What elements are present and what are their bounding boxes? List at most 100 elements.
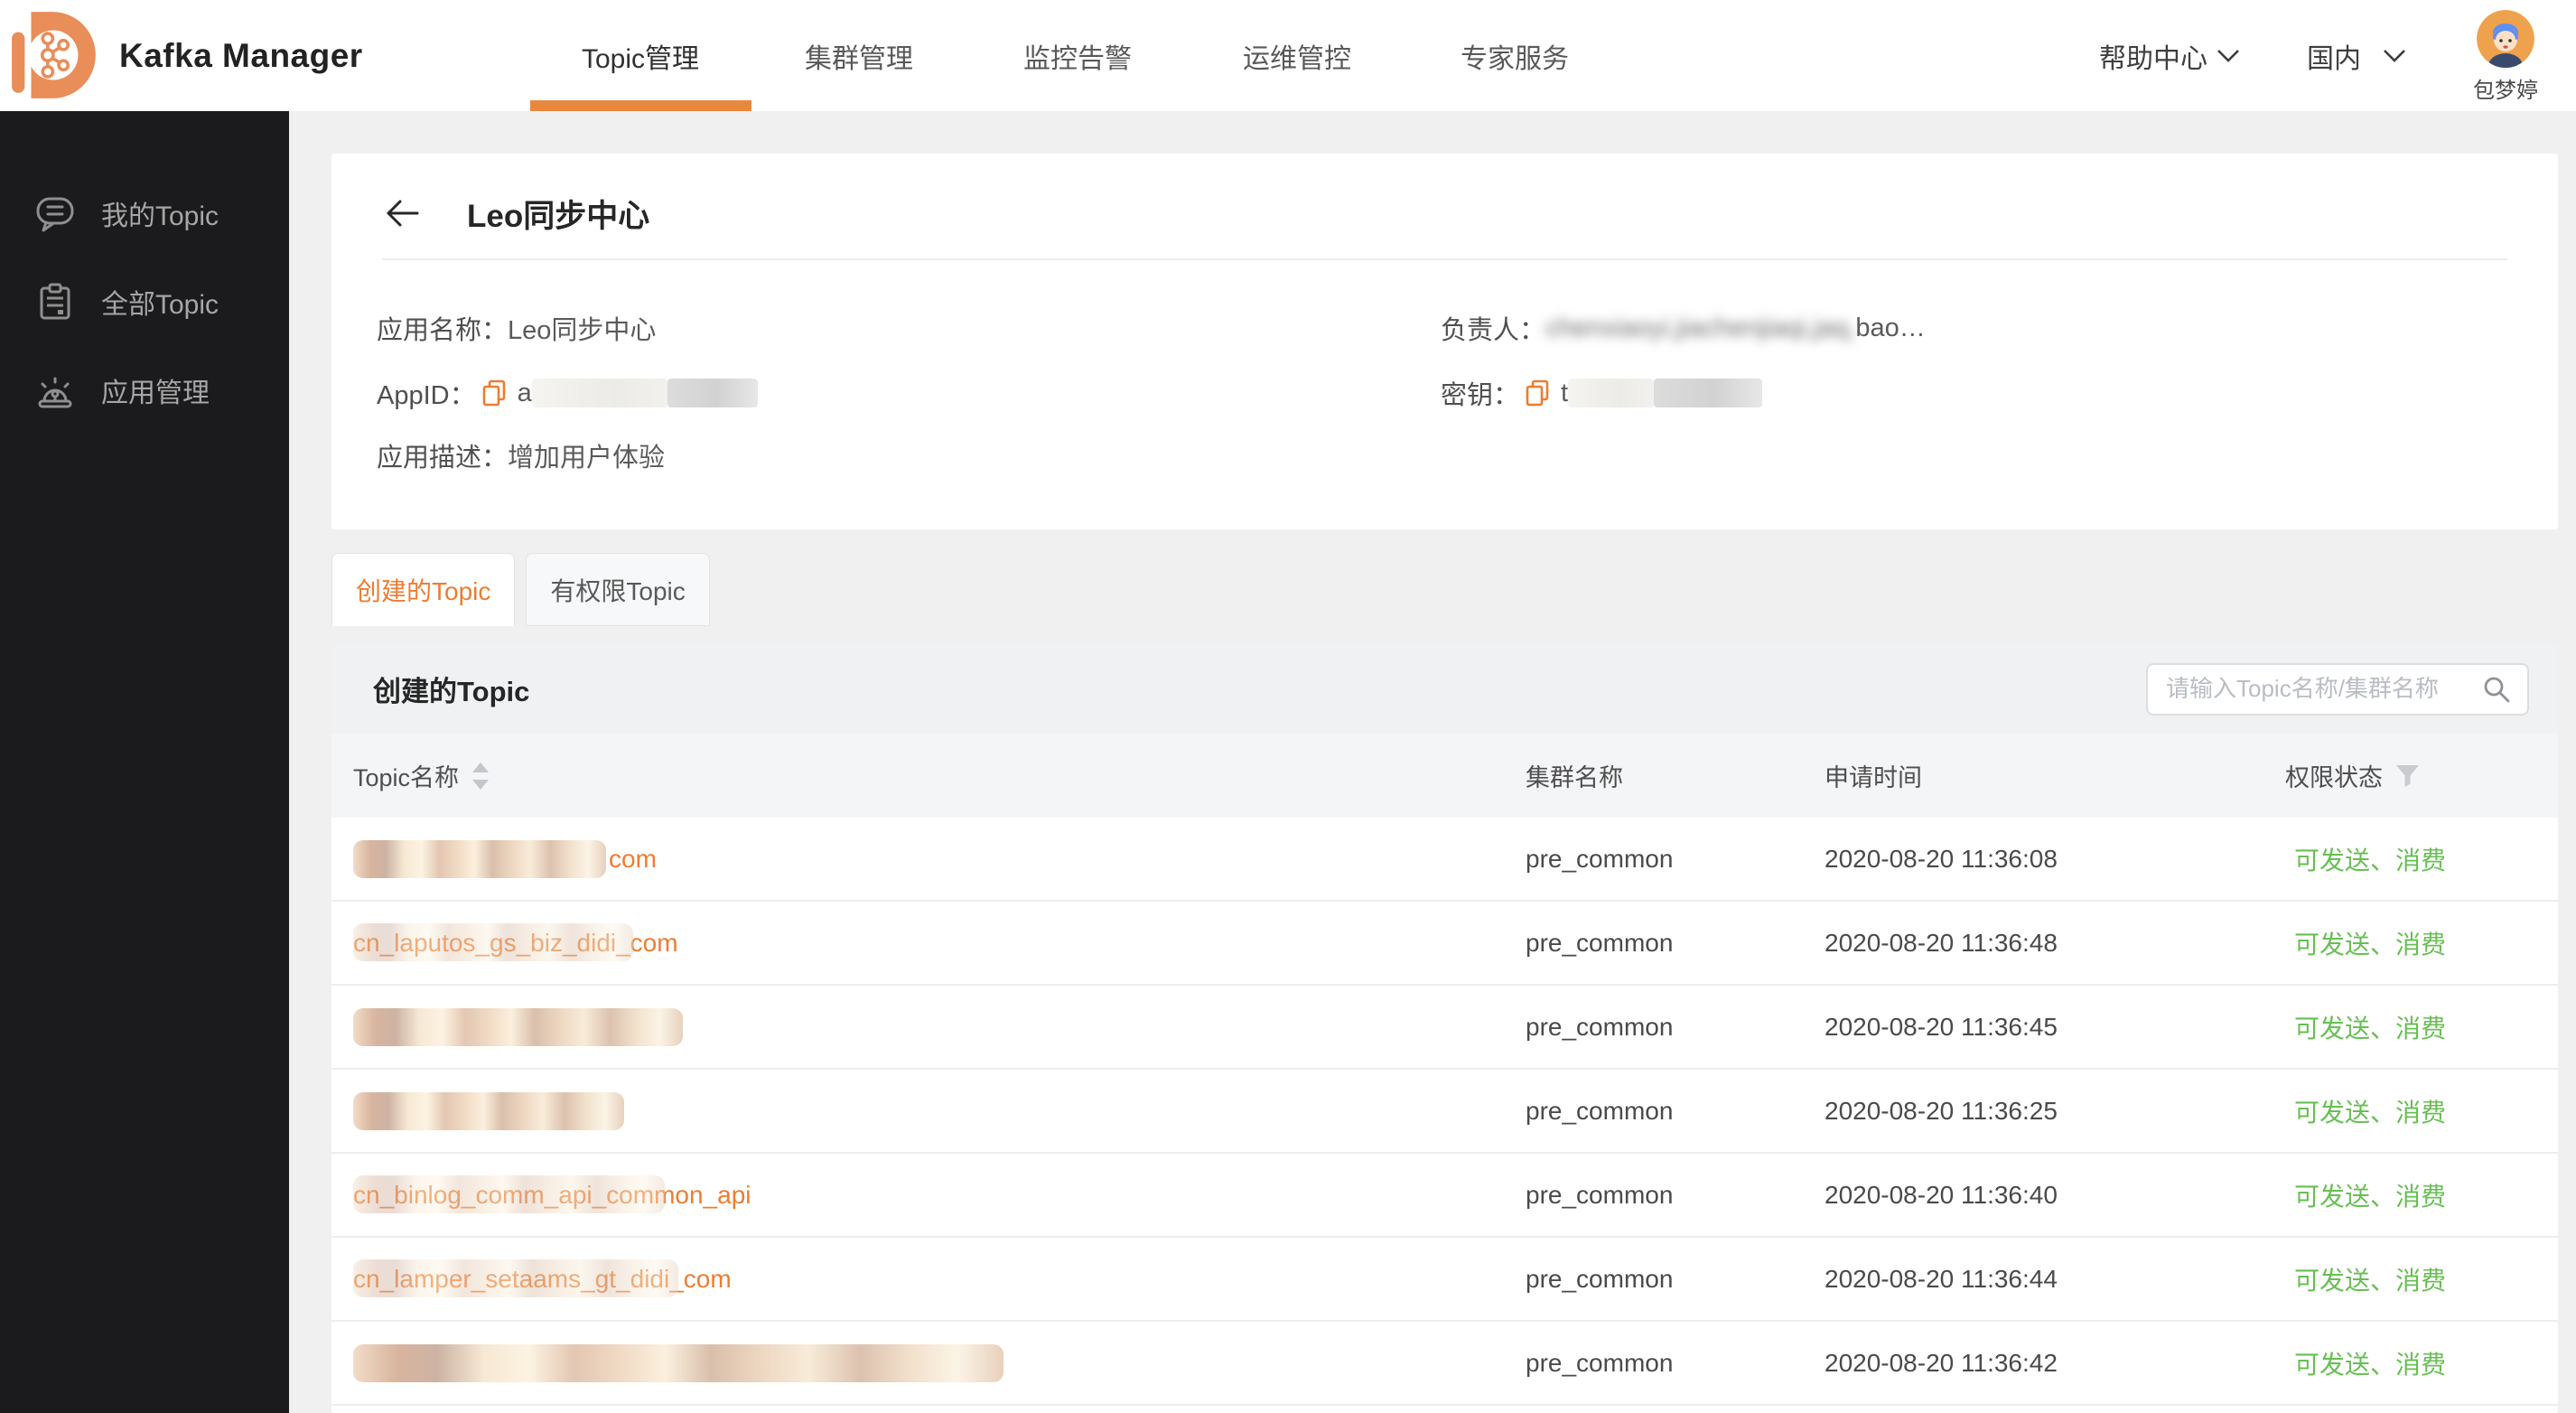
table-row: cn_binlog_comm_api_common_api pre_common…	[331, 1154, 2558, 1238]
secret-redaction	[1568, 379, 1654, 407]
user-menu[interactable]: 包梦婷	[2473, 0, 2538, 104]
topic-cell: cn_lamper_setaams_gt_didi_com	[353, 1238, 1518, 1320]
table-row-partial	[331, 1406, 2558, 1413]
topic-cell: cn_laputos_gs_biz_didi_com	[353, 902, 1518, 984]
topic-table-card: 创建的Topic Topic名称 集群	[331, 644, 2558, 1413]
secret-redaction	[1654, 379, 1762, 407]
column-header-cluster: 集群名称	[1526, 734, 1623, 818]
time-cell: 2020-08-20 11:36:44	[1825, 1238, 2058, 1320]
search-icon[interactable]	[2482, 675, 2511, 704]
search-box	[2146, 663, 2529, 716]
cluster-cell: pre_common	[1526, 986, 1673, 1068]
tab-authorized-topic[interactable]: 有权限Topic	[526, 553, 709, 626]
section-title: 创建的Topic	[373, 669, 529, 709]
column-header-topic[interactable]: Topic名称	[353, 734, 490, 818]
nav-tab-ops-control[interactable]: 运维管控	[1243, 0, 1351, 111]
topic-cell: cn_binlog_comm_api_common_api	[353, 1154, 1518, 1236]
table-row: com pre_common 2020-08-20 11:36:08 可发送、消…	[331, 818, 2558, 902]
page-title: Leo同步中心	[467, 191, 649, 237]
redaction-blur	[353, 1259, 678, 1297]
status-cell: 可发送、消费	[2294, 1322, 2446, 1404]
kafka-manager-app: Kafka Manager Topic管理 集群管理 监控告警 运维管控 专家服…	[0, 0, 2576, 1413]
field-description: 应用描述： 增加用户体验	[377, 435, 665, 475]
copy-icon[interactable]	[480, 379, 509, 407]
topic-cell	[353, 986, 1518, 1068]
cluster-cell: pre_common	[1526, 902, 1673, 984]
table-row: cn_lamper_setaams_gt_didi_com pre_common…	[331, 1238, 2558, 1322]
cluster-cell: pre_common	[1526, 1322, 1673, 1404]
user-name: 包梦婷	[2473, 72, 2538, 104]
time-cell: 2020-08-20 11:36:40	[1825, 1154, 2058, 1236]
header-right-area: 帮助中心 国内	[2099, 0, 2538, 111]
secret-visible-prefix: t	[1561, 379, 1568, 408]
divider	[382, 258, 2507, 260]
owner-visible-tail: bao…	[1855, 313, 1925, 343]
appid-redaction	[532, 379, 667, 407]
status-cell: 可发送、消费	[2294, 818, 2446, 900]
column-header-time: 申请时间	[1825, 734, 1922, 818]
app-name-value: Leo同步中心	[508, 309, 656, 347]
time-cell: 2020-08-20 11:36:42	[1825, 1322, 2058, 1404]
status-cell: 可发送、消费	[2294, 1238, 2446, 1320]
redaction-blur	[353, 840, 606, 878]
nav-tab-expert-service[interactable]: 专家服务	[1461, 0, 1569, 111]
topic-link-tail[interactable]: com	[609, 845, 657, 874]
filter-icon[interactable]	[2395, 764, 2420, 788]
nav-tab-topic-manage[interactable]: Topic管理	[582, 0, 699, 111]
sidebar-item-my-topic[interactable]: 我的Topic	[0, 169, 289, 257]
time-cell: 2020-08-20 11:36:48	[1825, 902, 2058, 984]
cluster-cell: pre_common	[1526, 1154, 1673, 1236]
topic-cell	[353, 1322, 1518, 1404]
avatar[interactable]	[2477, 10, 2534, 68]
field-secret: 密钥： t	[1441, 373, 1762, 413]
cluster-cell: pre_common	[1526, 1238, 1673, 1320]
back-arrow-icon[interactable]	[384, 197, 420, 229]
sort-icon[interactable]	[471, 762, 490, 791]
table-section-header: 创建的Topic	[331, 644, 2558, 734]
redaction-blur	[353, 1092, 624, 1130]
clipboard-icon	[34, 281, 76, 323]
status-cell: 可发送、消费	[2294, 1154, 2446, 1236]
region-label: 国内	[2307, 36, 2361, 76]
left-sidebar: 我的Topic 全部Topic	[0, 111, 289, 1413]
table-header-row: Topic名称 集群名称 申请时间 权限状态	[331, 734, 2558, 818]
chat-bubble-icon	[34, 192, 76, 234]
help-center-label: 帮助中心	[2099, 36, 2207, 76]
field-owner: 负责人： chenxiaoyi,jiachenjiaqi,jaq, bao…	[1441, 308, 1926, 348]
status-cell: 可发送、消费	[2294, 902, 2446, 984]
redaction-blur	[353, 923, 633, 961]
sidebar-item-label: 全部Topic	[101, 282, 219, 322]
tab-created-topic[interactable]: 创建的Topic	[331, 553, 515, 626]
description-value: 增加用户体验	[508, 436, 665, 474]
table-row: pre_common 2020-08-20 11:36:25 可发送、消费	[331, 1070, 2558, 1154]
cluster-cell: pre_common	[1526, 818, 1673, 900]
appid-visible-prefix: a	[518, 379, 532, 408]
search-input[interactable]	[2164, 674, 2482, 704]
copy-icon[interactable]	[1523, 379, 1552, 407]
redaction-blur	[353, 1175, 665, 1213]
sidebar-item-all-topic[interactable]: 全部Topic	[0, 257, 289, 346]
alarm-icon	[34, 370, 76, 411]
sidebar-item-label: 应用管理	[101, 370, 210, 410]
column-header-status[interactable]: 权限状态	[2285, 734, 2420, 818]
app-title: Kafka Manager	[119, 0, 363, 111]
region-dropdown[interactable]: 国内	[2307, 0, 2406, 111]
time-cell: 2020-08-20 11:36:25	[1825, 1070, 2058, 1152]
appid-redaction	[667, 379, 758, 407]
time-cell: 2020-08-20 11:36:45	[1825, 986, 2058, 1068]
status-cell: 可发送、消费	[2294, 1070, 2446, 1152]
chevron-down-icon	[2217, 49, 2240, 62]
active-tab-underline	[530, 100, 751, 111]
nav-tab-monitor-alert[interactable]: 监控告警	[1023, 0, 1132, 111]
help-center-dropdown[interactable]: 帮助中心	[2099, 0, 2240, 111]
kafka-d-logo-icon[interactable]	[7, 7, 103, 103]
chevron-down-icon	[2383, 49, 2406, 62]
sidebar-item-app-manage[interactable]: 应用管理	[0, 346, 289, 435]
top-header: Kafka Manager Topic管理 集群管理 监控告警 运维管控 专家服…	[0, 0, 2576, 111]
nav-tab-cluster-manage[interactable]: 集群管理	[805, 0, 913, 111]
field-app-name: 应用名称： Leo同步中心	[377, 308, 656, 348]
cluster-cell: pre_common	[1526, 1070, 1673, 1152]
sidebar-item-label: 我的Topic	[101, 193, 219, 233]
field-appid: AppID： a	[377, 373, 758, 413]
redaction-blur	[353, 1008, 683, 1046]
